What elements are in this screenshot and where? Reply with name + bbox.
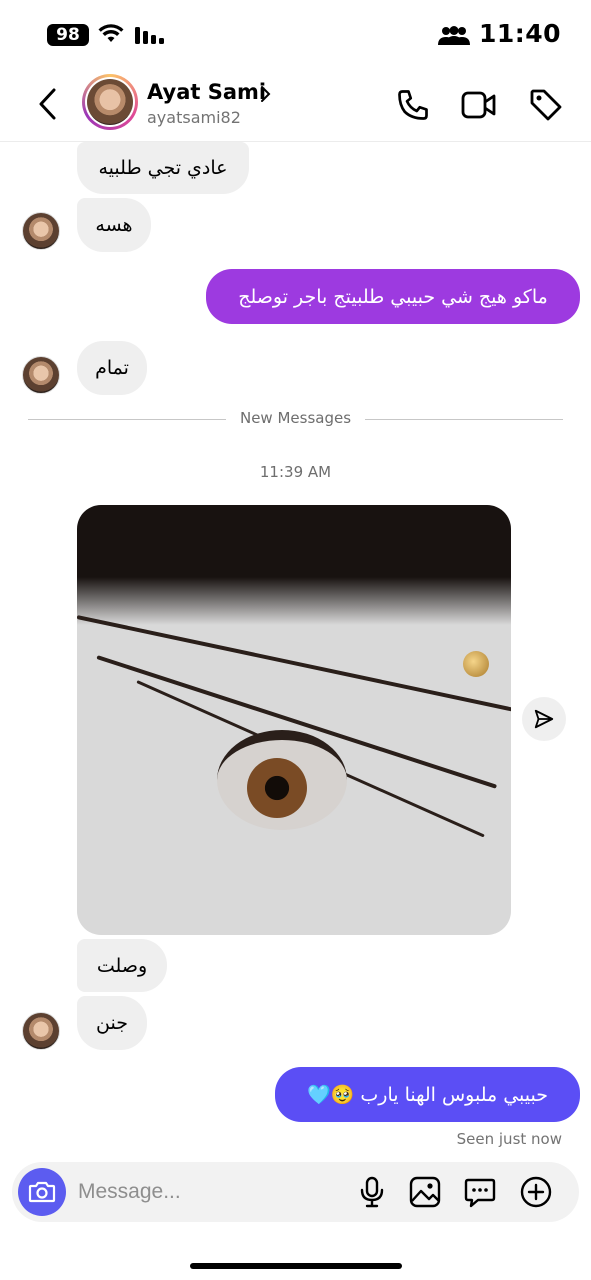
status-bar: 98 11:40	[0, 0, 591, 68]
sender-avatar[interactable]	[22, 212, 60, 250]
back-icon[interactable]	[36, 87, 60, 121]
gallery-icon[interactable]	[409, 1176, 441, 1208]
wifi-icon	[98, 24, 124, 42]
home-indicator[interactable]	[190, 1263, 402, 1269]
clock: 11:40	[479, 19, 562, 48]
new-messages-divider: New Messages	[0, 409, 591, 427]
sender-avatar[interactable]	[22, 356, 60, 394]
people-icon	[438, 26, 470, 45]
new-messages-label: New Messages	[227, 409, 364, 427]
camera-icon	[28, 1181, 56, 1203]
contact-name[interactable]: Ayat Sami	[147, 80, 266, 104]
contact-username: ayatsami82	[147, 108, 241, 127]
photo-strand	[77, 615, 511, 713]
plus-icon[interactable]	[520, 1176, 552, 1208]
incoming-message[interactable]: جنن	[77, 996, 147, 1050]
photo-earring	[463, 651, 489, 677]
paper-plane-icon	[534, 709, 554, 729]
seen-status: Seen just now	[456, 1130, 562, 1148]
video-camera-icon[interactable]	[461, 89, 497, 121]
incoming-message[interactable]: هسه	[77, 198, 151, 252]
microphone-icon[interactable]	[358, 1176, 386, 1208]
sticker-icon[interactable]	[464, 1176, 496, 1208]
battery-indicator: 98	[47, 24, 89, 46]
incoming-message[interactable]: وصلت	[77, 939, 167, 992]
tag-icon[interactable]	[528, 87, 564, 123]
message-input[interactable]	[78, 1176, 338, 1208]
share-button[interactable]	[522, 697, 566, 741]
camera-button[interactable]	[18, 1168, 66, 1216]
contact-avatar[interactable]	[82, 74, 138, 130]
outgoing-message[interactable]: حبيبي ملبوس الهنا يارب 🥹🩵	[275, 1067, 580, 1122]
message-composer	[12, 1162, 579, 1222]
phone-icon[interactable]	[395, 87, 431, 123]
message-timestamp: 11:39 AM	[259, 463, 332, 481]
chat-header: Ayat Sami ayatsami82	[0, 68, 591, 142]
photo-message[interactable]	[77, 505, 511, 935]
incoming-message[interactable]: تمام	[77, 341, 147, 395]
sender-avatar[interactable]	[22, 1012, 60, 1050]
photo-eye	[217, 730, 347, 830]
outgoing-message[interactable]: ماكو هيج شي حبيبي طلبيتج باجر توصلج	[206, 269, 580, 324]
signal-icon	[135, 27, 164, 44]
chevron-right-icon[interactable]	[259, 85, 271, 103]
incoming-message[interactable]: عادي تجي طلبيه	[77, 142, 249, 194]
photo-hair	[77, 505, 511, 625]
